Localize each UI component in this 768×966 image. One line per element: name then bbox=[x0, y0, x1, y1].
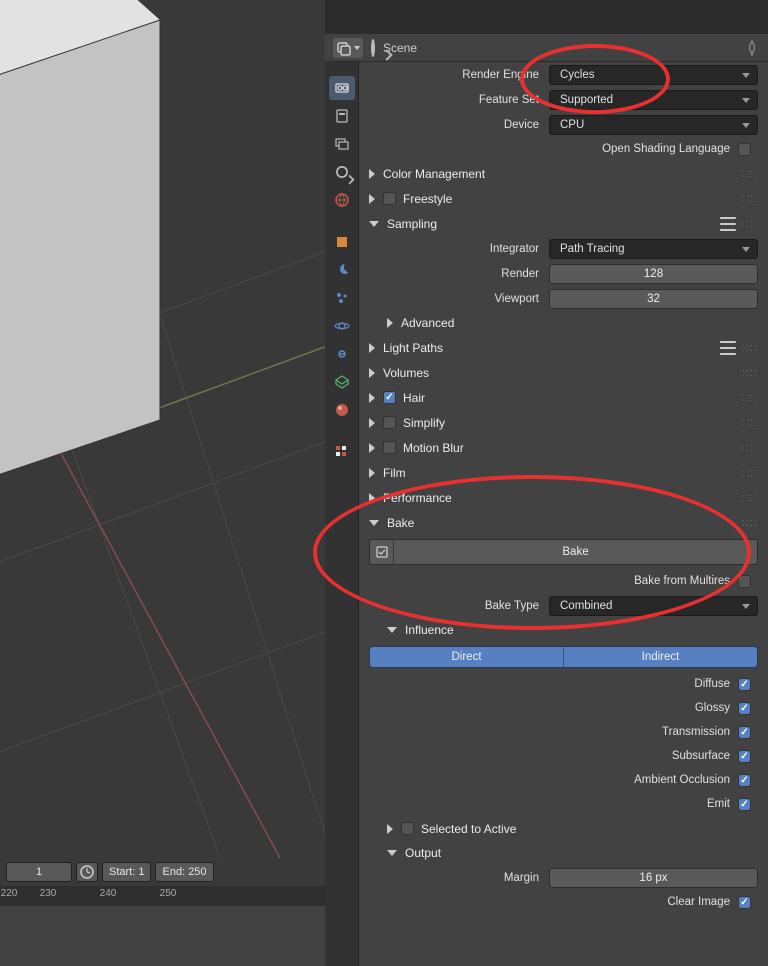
tab-render[interactable] bbox=[329, 76, 355, 100]
emit-label: Emit bbox=[707, 798, 730, 810]
timeline-panel: 1 Start: 1 End: 250 220 230 240 250 bbox=[0, 858, 325, 966]
emit-checkbox[interactable] bbox=[738, 798, 751, 811]
render-engine-dropdown[interactable]: Cycles bbox=[549, 65, 758, 85]
panel-color-management[interactable]: Color Management:::: bbox=[359, 161, 768, 186]
transmission-checkbox[interactable] bbox=[738, 726, 751, 739]
panel-performance[interactable]: Performance:::: bbox=[359, 485, 768, 510]
clear-image-label: Clear Image bbox=[667, 896, 730, 908]
panel-simplify[interactable]: Simplify:::: bbox=[359, 410, 768, 435]
panel-sampling[interactable]: Sampling :::: bbox=[359, 211, 768, 236]
display-mode-button[interactable] bbox=[333, 38, 363, 58]
tab-scene[interactable] bbox=[329, 160, 355, 184]
diffuse-checkbox[interactable] bbox=[738, 678, 751, 691]
tab-constraints[interactable] bbox=[329, 342, 355, 366]
tab-world[interactable] bbox=[329, 188, 355, 212]
freestyle-checkbox[interactable] bbox=[383, 192, 396, 205]
panel-light-paths[interactable]: Light Paths :::: bbox=[359, 335, 768, 360]
osl-checkbox[interactable] bbox=[738, 143, 751, 156]
subsurface-label: Subsurface bbox=[672, 750, 730, 762]
properties-tabs bbox=[325, 62, 359, 966]
tab-material[interactable] bbox=[329, 398, 355, 422]
light-paths-presets-icon[interactable] bbox=[720, 341, 736, 355]
panel-selected-to-active[interactable]: Selected to Active bbox=[359, 816, 768, 841]
panel-influence[interactable]: Influence bbox=[359, 618, 768, 642]
panel-volumes[interactable]: Volumes:::: bbox=[359, 360, 768, 385]
device-dropdown[interactable]: CPU bbox=[549, 115, 758, 135]
glossy-checkbox[interactable] bbox=[738, 702, 751, 715]
tab-mesh[interactable] bbox=[329, 370, 355, 394]
bake-multires-label: Bake from Multires bbox=[634, 575, 730, 587]
ao-checkbox[interactable] bbox=[738, 774, 751, 787]
ao-label: Ambient Occlusion bbox=[634, 774, 730, 786]
integrator-label: Integrator bbox=[369, 243, 549, 255]
timeline-ruler[interactable]: 220 230 240 250 bbox=[0, 886, 325, 906]
clear-image-checkbox[interactable] bbox=[738, 896, 751, 909]
margin-label: Margin bbox=[369, 872, 549, 884]
viewport-samples-field[interactable]: 32 bbox=[549, 289, 758, 309]
tab-modifiers[interactable] bbox=[329, 258, 355, 282]
panel-output[interactable]: Output bbox=[359, 841, 768, 865]
influence-indirect[interactable]: Indirect bbox=[564, 647, 757, 667]
integrator-dropdown[interactable]: Path Tracing bbox=[549, 239, 758, 259]
tab-view-layer[interactable] bbox=[329, 132, 355, 156]
selected-to-active-checkbox[interactable] bbox=[401, 822, 414, 835]
properties-header: Scene bbox=[325, 34, 768, 62]
device-label: Device bbox=[369, 119, 549, 131]
tab-physics[interactable] bbox=[329, 314, 355, 338]
viewport-samples-label: Viewport bbox=[369, 293, 549, 305]
bake-button[interactable]: Bake bbox=[369, 539, 758, 565]
osl-label: Open Shading Language bbox=[602, 143, 730, 155]
simplify-checkbox[interactable] bbox=[383, 416, 396, 429]
subsurface-checkbox[interactable] bbox=[738, 750, 751, 763]
end-frame-field[interactable]: End: 250 bbox=[155, 862, 213, 882]
current-frame-field[interactable]: 1 bbox=[6, 862, 72, 882]
margin-field[interactable]: 16 px bbox=[549, 868, 758, 888]
influence-toggle[interactable]: Direct Indirect bbox=[369, 646, 758, 668]
render-samples-field[interactable]: 128 bbox=[549, 264, 758, 284]
scene-icon bbox=[371, 41, 375, 55]
glossy-label: Glossy bbox=[695, 702, 730, 714]
bake-icon bbox=[370, 540, 394, 564]
tab-particles[interactable] bbox=[329, 286, 355, 310]
influence-direct[interactable]: Direct bbox=[370, 647, 564, 667]
panel-hair[interactable]: Hair:::: bbox=[359, 385, 768, 410]
panel-advanced[interactable]: Advanced bbox=[359, 311, 768, 335]
start-frame-field[interactable]: Start: 1 bbox=[102, 862, 151, 882]
diffuse-label: Diffuse bbox=[694, 678, 730, 690]
tab-output[interactable] bbox=[329, 104, 355, 128]
panel-freestyle[interactable]: Freestyle:::: bbox=[359, 186, 768, 211]
tab-texture[interactable] bbox=[329, 440, 355, 464]
tab-object[interactable] bbox=[329, 230, 355, 254]
bake-multires-checkbox[interactable] bbox=[738, 575, 751, 588]
pin-icon[interactable] bbox=[744, 40, 760, 56]
bake-type-dropdown[interactable]: Combined bbox=[549, 596, 758, 616]
bake-type-label: Bake Type bbox=[369, 600, 549, 612]
panel-film[interactable]: Film:::: bbox=[359, 460, 768, 485]
panel-bake[interactable]: Bake:::: bbox=[359, 510, 768, 535]
panel-motion-blur[interactable]: Motion Blur:::: bbox=[359, 435, 768, 460]
timeline-tracks[interactable] bbox=[0, 906, 325, 966]
sampling-presets-icon[interactable] bbox=[720, 217, 736, 231]
viewport-3d[interactable] bbox=[0, 0, 325, 858]
render-samples-label: Render bbox=[369, 268, 549, 280]
auto-keying-toggle[interactable] bbox=[76, 862, 98, 882]
transmission-label: Transmission bbox=[662, 726, 730, 738]
feature-set-dropdown[interactable]: Supported bbox=[549, 90, 758, 110]
render-engine-label: Render Engine bbox=[369, 69, 549, 81]
feature-set-label: Feature Set bbox=[369, 94, 549, 106]
hair-checkbox[interactable] bbox=[383, 391, 396, 404]
properties-panel: Scene Render Engine bbox=[325, 0, 768, 966]
motion-blur-checkbox[interactable] bbox=[383, 441, 396, 454]
